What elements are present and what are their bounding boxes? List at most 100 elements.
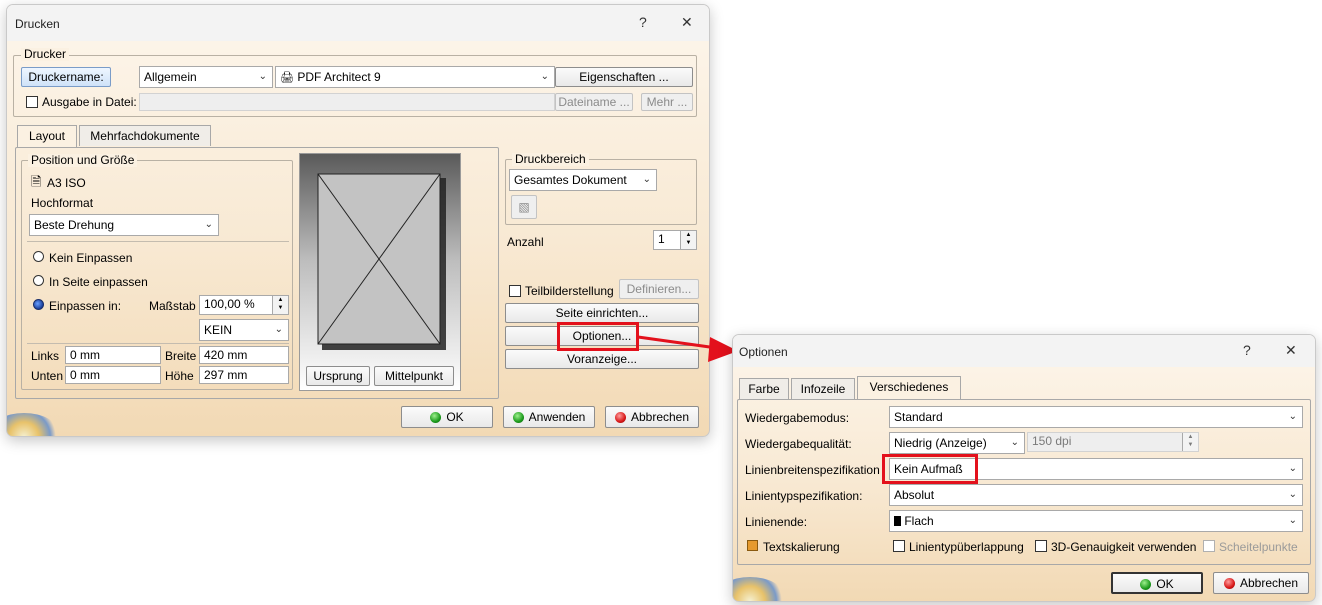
preview-button[interactable]: Voranzeige... [505,349,699,369]
define-button[interactable]: Definieren... [619,279,699,299]
copies-input[interactable]: 1 ▲ ▼ [653,230,697,250]
chevron-down-icon: ⌄ [540,71,549,82]
printer-group-label: Drucker [21,48,70,61]
fit-none-label: Kein Einpassen [49,251,133,265]
render-mode-label: Wiedergabemodus: [745,411,850,425]
fit-in-label: Einpassen in: [49,299,122,313]
fit-in-radio[interactable] [33,299,44,310]
red-dot-icon [614,412,626,423]
accuracy-3d-checkbox[interactable] [1035,540,1047,552]
orientation-label: Hochformat [31,196,94,210]
height-input[interactable]: 297 mm [199,366,289,384]
chevron-down-icon: ⌄ [1288,463,1297,474]
copies-label: Anzahl [507,235,544,249]
copies-spinner[interactable]: ▲ ▼ [680,231,696,249]
printer-select[interactable]: 🖨 PDF Architect 9 ⌄ [275,66,555,88]
line-type-overlap-label: Linientypüberlappung [909,540,1024,554]
tab-layout[interactable]: Layout [17,125,77,148]
dpi-input[interactable]: 150 dpi ▲ ▼ [1027,432,1199,452]
rotation-select[interactable]: Beste Drehung ⌄ [29,214,219,236]
close-icon[interactable]: ✕ [681,14,693,31]
green-dot-icon [430,412,442,423]
printer-name-button[interactable]: Druckername: [21,67,111,87]
scale-mode-value: KEIN [204,323,233,337]
chevron-down-icon: ⌄ [1288,489,1297,500]
tab-verschiedenes[interactable]: Verschiedenes [857,376,961,399]
center-button[interactable]: Mittelpunkt [374,366,454,386]
bottom-label: Unten [31,369,64,383]
filename-button[interactable]: Dateiname ... [555,93,633,111]
render-quality-select[interactable]: Niedrig (Anzeige) ⌄ [889,432,1025,454]
chevron-down-icon: ⌄ [258,71,267,82]
cancel-button[interactable]: Abbrechen [605,406,699,428]
line-type-overlap-checkbox[interactable] [893,540,905,552]
fit-page-radio[interactable] [33,275,44,286]
chevron-down-icon: ⌄ [274,324,283,335]
tab-farbe[interactable]: Farbe [739,378,789,399]
origin-button[interactable]: Ursprung [306,366,370,386]
red-dot-icon [1223,578,1235,589]
line-end-select[interactable]: Flach ⌄ [889,510,1303,532]
page-setup-button[interactable]: Seite einrichten... [505,303,699,323]
ok-button[interactable]: OK [401,406,493,428]
line-width-label: Linienbreitenspezifikation [745,463,880,477]
printer-category-value: Allgemein [144,70,197,84]
options-dialog-title: Optionen [739,345,788,359]
fit-page-label: In Seite einpassen [49,275,148,289]
more-button[interactable]: Mehr ... [641,93,693,111]
divider [27,343,289,344]
width-input[interactable]: 420 mm [199,346,289,364]
scale-mode-select[interactable]: KEIN ⌄ [199,319,289,341]
scale-value: 100,00 % [204,297,255,311]
copies-value: 1 [658,232,665,246]
tab-mehrfachdokumente[interactable]: Mehrfachdokumente [79,125,211,146]
options-ok-button[interactable]: OK [1111,572,1203,594]
height-label: Höhe [165,369,194,383]
tiling-label: Teilbilderstellung [525,284,614,298]
fit-none-radio[interactable] [33,251,44,262]
chevron-down-icon: ⌄ [1010,437,1019,448]
vertices-label: Scheitelpunkte [1219,540,1298,554]
render-mode-select[interactable]: Standard ⌄ [889,406,1303,428]
vertices-checkbox[interactable] [1203,540,1215,552]
properties-button[interactable]: Eigenschaften ... [555,67,693,87]
help-button[interactable]: ? [1243,342,1251,358]
printer-category-select[interactable]: Allgemein ⌄ [139,66,273,88]
scale-input[interactable]: 100,00 % ▲ ▼ [199,295,289,315]
tiling-checkbox[interactable] [509,285,521,297]
output-to-file-label: Ausgabe in Datei: [42,95,137,109]
close-icon[interactable]: ✕ [1285,342,1297,359]
paper-icon: 🗎 [31,174,42,189]
apply-button[interactable]: Anwenden [503,406,595,428]
line-width-highlight-box [882,454,978,484]
left-label: Links [31,349,60,363]
range-select-icon[interactable]: ▧ [511,195,537,219]
green-dot-icon [1140,579,1152,590]
line-end-label: Linienende: [745,515,808,529]
output-to-file-checkbox[interactable] [26,96,38,108]
dpi-value: 150 dpi [1032,434,1072,448]
print-range-select[interactable]: Gesamtes Dokument ⌄ [509,169,657,191]
bottom-input[interactable]: 0 mm [65,366,161,384]
print-titlebar: Drucken ? ✕ [7,5,709,41]
print-dialog-title: Drucken [15,17,60,31]
left-input[interactable]: 0 mm [65,346,161,364]
render-mode-value: Standard [894,410,943,424]
print-range-value: Gesamtes Dokument [514,173,627,187]
print-range-label: Druckbereich [512,153,589,166]
options-cancel-button[interactable]: Abbrechen [1213,572,1309,594]
scale-spinner[interactable]: ▲ ▼ [272,296,288,314]
line-type-select[interactable]: Absolut ⌄ [889,484,1303,506]
scale-label: Maßstab [149,299,196,313]
output-file-field[interactable] [139,93,555,111]
printer-value: PDF Architect 9 [297,70,381,84]
options-cancel-label: Abbrechen [1239,576,1299,590]
dpi-spinner[interactable]: ▲ ▼ [1182,433,1198,451]
render-quality-label: Wiedergabequalität: [745,437,852,451]
help-button[interactable]: ? [639,14,647,30]
text-scaling-checkbox[interactable] [747,540,758,551]
tab-infozeile[interactable]: Infozeile [791,378,855,399]
app-logo-icon [733,577,785,601]
line-type-value: Absolut [894,488,935,502]
printer-icon: 🖨 [280,72,294,84]
